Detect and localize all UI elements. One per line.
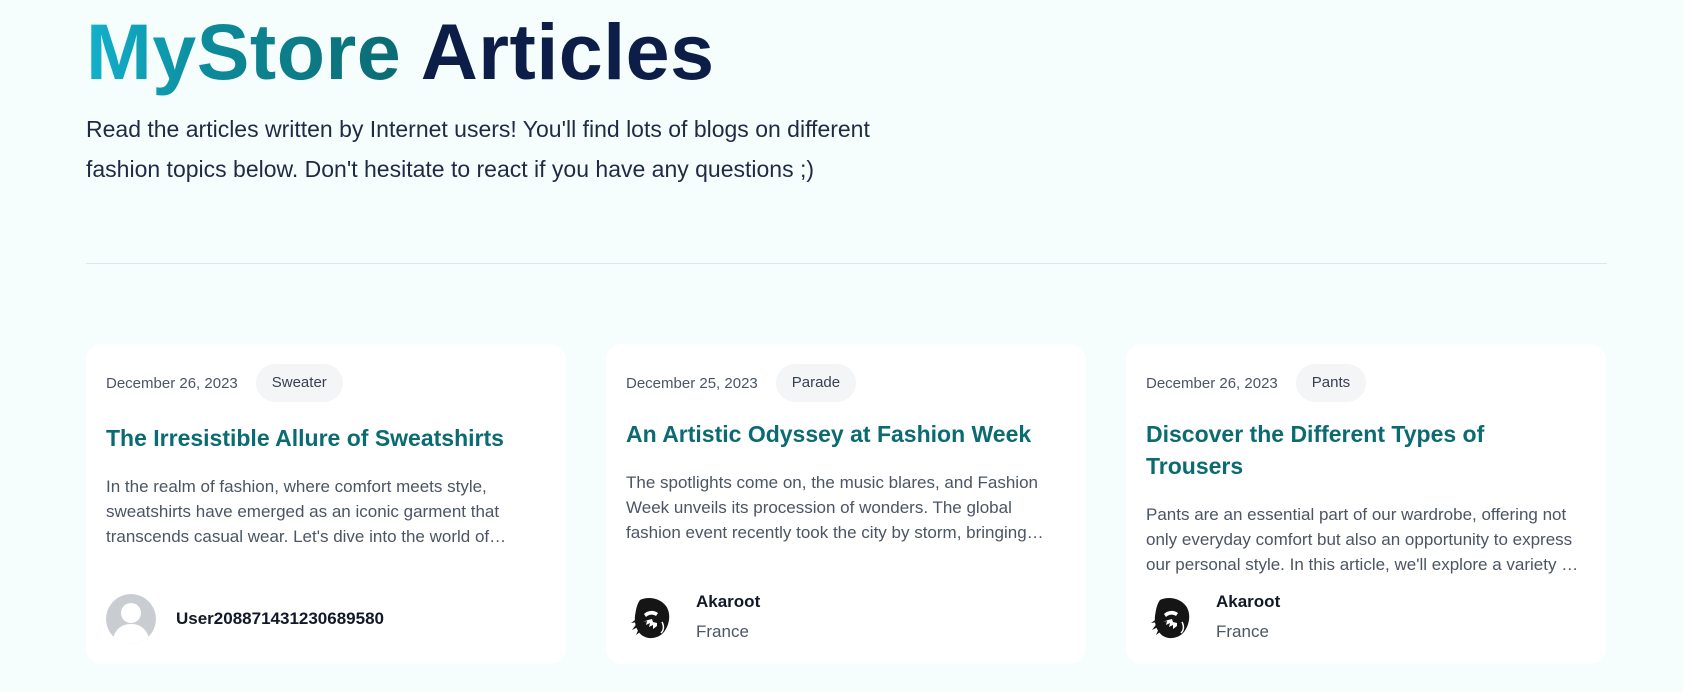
intro-text: Read the articles written by Internet us… [86,116,870,182]
page-title: MyStore Articles [86,0,1606,91]
author-name[interactable]: User208871431230689580 [176,607,384,631]
article-title[interactable]: An Artistic Odyssey at Fashion Week [626,418,1066,450]
page-title-suffix: Articles [420,7,715,96]
article-title[interactable]: The Irresistible Allure of Sweatshirts [106,422,546,454]
article-date: December 26, 2023 [106,374,238,392]
article-list: December 26, 2023 Sweater The Irresistib… [86,344,1606,664]
article-tag[interactable]: Parade [775,364,857,402]
brand-name: MyStore [86,7,402,96]
article-date: December 26, 2023 [1146,374,1278,392]
article-author[interactable]: Akaroot France [1146,590,1280,644]
page-header: MyStore Articles Read the articles writt… [86,0,1606,189]
default-user-icon [106,594,156,644]
section-divider [86,263,1607,264]
article-tag[interactable]: Sweater [255,364,343,402]
article-excerpt: In the realm of fashion, where comfort m… [106,477,500,546]
author-info: User208871431230689580 [176,607,384,631]
article-excerpt: Pants are an essential part of our wardr… [1146,505,1576,574]
author-info: Akaroot France [696,590,760,644]
article-author[interactable]: Akaroot France [626,590,760,644]
article-card[interactable]: December 25, 2023 Parade An Artistic Ody… [606,344,1086,664]
black-creature-avatar-icon [1146,592,1196,642]
black-creature-avatar-icon [626,592,676,642]
article-meta: December 26, 2023 Pants [1146,364,1586,402]
article-tag[interactable]: Pants [1295,364,1367,402]
article-excerpt: The spotlights come on, the music blares… [626,473,1038,542]
author-country: France [696,622,749,641]
article-title[interactable]: Discover the Different Types of Trousers [1146,418,1586,482]
author-country: France [1216,622,1269,641]
article-card[interactable]: December 26, 2023 Sweater The Irresistib… [86,344,566,664]
article-meta: December 26, 2023 Sweater [106,364,546,402]
article-author[interactable]: User208871431230689580 [106,594,384,644]
author-name[interactable]: Akaroot [1216,590,1280,614]
article-date: December 25, 2023 [626,374,758,392]
author-info: Akaroot France [1216,590,1280,644]
article-card[interactable]: December 26, 2023 Pants Discover the Dif… [1126,344,1606,664]
article-meta: December 25, 2023 Parade [626,364,1066,402]
author-name[interactable]: Akaroot [696,590,760,614]
